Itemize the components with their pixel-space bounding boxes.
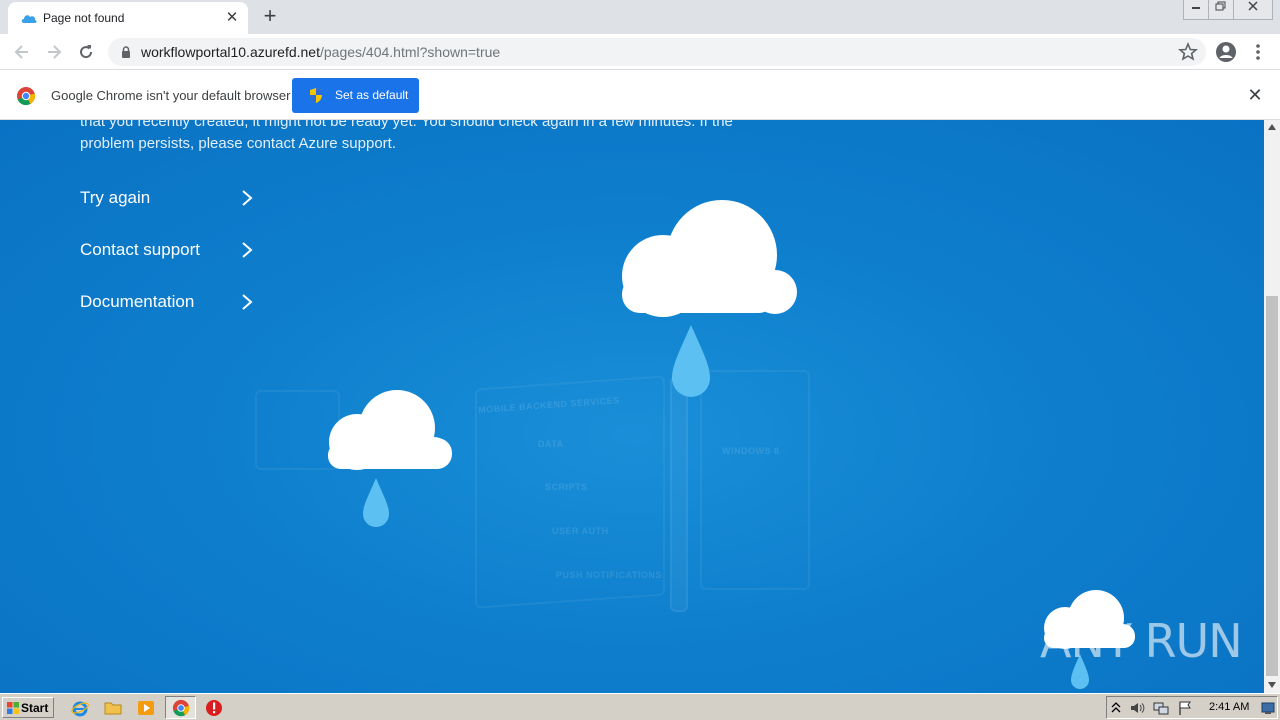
action-center-flag-icon[interactable] [1177, 700, 1193, 716]
infobar-message: Google Chrome isn't your default browser [51, 88, 291, 103]
error-message: that you recently created, it might not … [80, 120, 733, 152]
bookmark-star-icon[interactable] [1178, 42, 1198, 62]
url-host: workflowportal10.azurefd.net [141, 44, 320, 60]
tab-strip: Page not found ✕ + [0, 0, 1280, 34]
contact-support-label: Contact support [80, 240, 201, 259]
forward-arrow-icon[interactable] [44, 42, 64, 62]
tab-close-icon[interactable]: ✕ [222, 8, 242, 28]
system-tray: 2:41 AM [1106, 696, 1278, 719]
browser-toolbar: workflowportal10.azurefd.net/pages/404.h… [0, 34, 1280, 70]
url-text: workflowportal10.azurefd.net/pages/404.h… [141, 44, 500, 60]
uac-shield-icon [310, 88, 322, 103]
media-player-icon[interactable] [137, 699, 155, 717]
windows-taskbar: Start 2:41 AM [0, 693, 1280, 720]
documentation-link[interactable]: Documentation [80, 287, 260, 317]
chevron-right-icon [242, 242, 253, 258]
screen: Page not found ✕ + workflowportal10.azur… [0, 0, 1280, 720]
scroll-up-arrow-icon[interactable] [1268, 124, 1276, 130]
new-tab-button[interactable]: + [258, 5, 282, 29]
contact-support-link[interactable]: Contact support [80, 235, 260, 265]
address-bar[interactable]: workflowportal10.azurefd.net/pages/404.h… [108, 38, 1206, 66]
default-browser-infobar: Google Chrome isn't your default browser… [0, 71, 1280, 120]
start-label: Start [21, 701, 49, 715]
start-button[interactable]: Start [2, 697, 54, 718]
internet-explorer-icon[interactable] [71, 699, 89, 717]
file-explorer-icon[interactable] [104, 699, 122, 717]
tray-expand-icon[interactable] [1111, 701, 1121, 715]
vertical-scrollbar[interactable] [1264, 120, 1280, 693]
tab-title: Page not found [43, 11, 125, 25]
scroll-down-arrow-icon[interactable] [1268, 682, 1276, 688]
documentation-label: Documentation [80, 292, 195, 311]
infobar-close-icon[interactable]: ✕ [1245, 85, 1265, 105]
lock-icon [122, 46, 130, 58]
chevron-right-icon [242, 294, 253, 310]
try-again-label: Try again [80, 188, 151, 207]
show-desktop-icon[interactable] [1261, 701, 1275, 715]
minimize-icon [1192, 7, 1200, 9]
bg-label-push: PUSH NOTIFICATIONS [556, 570, 662, 580]
volume-icon[interactable] [1129, 700, 1145, 716]
azure-cloud-icon [21, 15, 37, 23]
try-again-link[interactable]: Try again [80, 183, 260, 213]
bg-label-scripts: SCRIPTS [545, 482, 588, 492]
windows-flag-icon [7, 702, 19, 714]
rain-cloud-icon [622, 200, 797, 397]
rain-cloud-small-icon [328, 390, 452, 527]
background-pipe [670, 376, 688, 612]
network-icon[interactable] [1153, 700, 1169, 716]
kebab-menu-icon[interactable] [1250, 42, 1266, 62]
error-page: MOBILE BACKEND SERVICES DATA SCRIPTS USE… [0, 120, 1264, 693]
chevron-right-icon [242, 190, 253, 206]
reload-icon[interactable] [76, 42, 96, 62]
taskbar-clock[interactable]: 2:41 AM [1209, 701, 1249, 713]
chrome-taskbar-icon [172, 699, 190, 717]
set-as-default-label: Set as default [335, 88, 409, 102]
profile-avatar-icon[interactable] [1215, 41, 1237, 63]
close-window-button[interactable] [1233, 0, 1273, 20]
scrollbar-thumb[interactable] [1266, 296, 1278, 676]
minimize-button[interactable] [1183, 0, 1209, 20]
anyrun-watermark: ANY RUN [1040, 614, 1243, 668]
set-as-default-button[interactable]: Set as default [292, 78, 419, 113]
restore-button[interactable] [1208, 0, 1234, 20]
chrome-taskbar-button[interactable] [165, 696, 196, 719]
close-window-icon [1248, 1, 1258, 11]
stop-sign-icon[interactable] [205, 699, 223, 717]
bg-label-windows: WINDOWS 8 [722, 446, 780, 456]
bg-label-user-auth: USER AUTH [552, 526, 609, 536]
url-path: /pages/404.html?shown=true [320, 44, 501, 60]
back-arrow-icon[interactable] [12, 42, 32, 62]
tab-page-not-found[interactable]: Page not found ✕ [8, 2, 248, 34]
bg-label-data: DATA [538, 439, 564, 449]
chrome-logo-icon [17, 87, 36, 106]
restore-icon [1215, 1, 1226, 11]
